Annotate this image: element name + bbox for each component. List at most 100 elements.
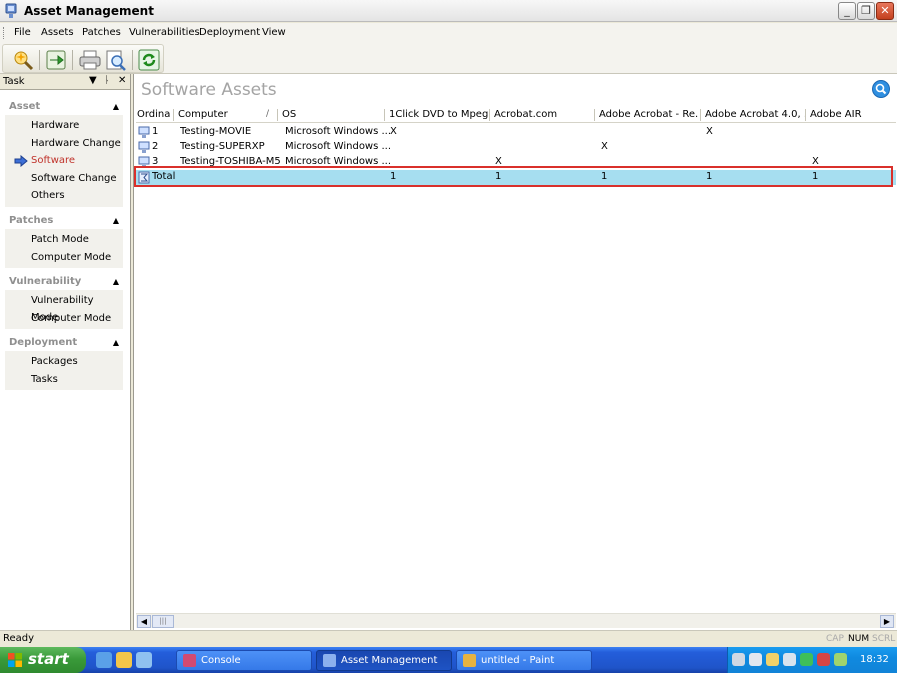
folder-icon[interactable] [116, 652, 132, 668]
start-button[interactable]: start [0, 647, 86, 673]
group-body-deployment: Packages Tasks [5, 351, 123, 390]
column-header-adobe-air[interactable]: Adobe AIR [810, 109, 890, 120]
pin-icon[interactable]: ᚿ [104, 75, 110, 86]
column-separator[interactable] [594, 109, 595, 121]
collapse-icon[interactable]: ▲ [113, 213, 119, 229]
status-bar: Ready CAP NUM SCRL [0, 630, 897, 647]
cell-os: Microsoft Windows ... [285, 126, 392, 137]
column-separator[interactable] [805, 109, 806, 121]
task-item-computer-mode[interactable]: Computer Mode [5, 249, 123, 267]
column-header-adobe-acrobat-4[interactable]: Adobe Acrobat 4.0, ... [705, 109, 805, 120]
tray-icon[interactable] [834, 653, 847, 666]
tray-icon[interactable] [749, 653, 762, 666]
restore-button[interactable]: ❐ [857, 2, 875, 20]
import-icon[interactable] [44, 49, 68, 71]
task-label: Asset Management [341, 655, 438, 666]
tray-icon[interactable] [732, 653, 745, 666]
toolbar [0, 43, 897, 74]
group-title-asset[interactable]: Asset ▲ [5, 99, 123, 115]
group-title-label: Asset [9, 101, 41, 112]
scroll-left-button[interactable]: ◀ [137, 615, 151, 628]
horizontal-scrollbar[interactable]: ◀ ||| ▶ [136, 613, 896, 628]
menu-deployment[interactable]: Deployment [199, 27, 260, 38]
column-separator[interactable] [700, 109, 701, 121]
print-icon[interactable] [78, 49, 102, 71]
task-button-console[interactable]: Console [176, 650, 312, 671]
scan-icon[interactable] [11, 49, 35, 71]
refresh-icon[interactable] [137, 49, 161, 71]
column-header-computer[interactable]: Computer [178, 109, 268, 120]
tray-icon[interactable] [800, 653, 813, 666]
status-text: Ready [3, 633, 35, 644]
sort-ascending-icon: ∕ [266, 109, 270, 119]
table-row[interactable]: 2 Testing-SUPERXP Microsoft Windows ... … [136, 140, 896, 155]
windows-logo-icon [8, 653, 22, 667]
menu-patches[interactable]: Patches [82, 27, 121, 38]
tray-icon[interactable] [817, 653, 830, 666]
scroll-right-button[interactable]: ▶ [880, 615, 894, 628]
group-title-deployment[interactable]: Deployment ▲ [5, 335, 123, 351]
group-title-patches[interactable]: Patches ▲ [5, 213, 123, 229]
task-item-patch-mode[interactable]: Patch Mode [5, 231, 123, 249]
collapse-icon[interactable]: ▲ [113, 99, 119, 115]
minimize-button[interactable]: _ [838, 2, 856, 20]
num-indicator: NUM [848, 634, 870, 644]
media-icon[interactable] [136, 652, 152, 668]
dropdown-arrow-icon[interactable]: ▼ [89, 75, 97, 86]
cell-ordinal: 1 [152, 126, 159, 137]
computer-icon [138, 141, 150, 153]
computer-icon [138, 126, 150, 138]
task-item-others[interactable]: Others [5, 187, 123, 205]
column-header-ordinal[interactable]: Ordinal [137, 109, 171, 120]
column-header-os[interactable]: OS [282, 109, 382, 120]
menu-view[interactable]: View [262, 27, 286, 38]
column-header-acrobat-com[interactable]: Acrobat.com [494, 109, 594, 120]
table-row[interactable]: 1 Testing-MOVIE Microsoft Windows ... X … [136, 125, 896, 140]
menu-vulnerabilities[interactable]: Vulnerabilities [129, 27, 200, 38]
menu-bar: File Assets Patches Vulnerabilities Depl… [0, 23, 897, 43]
task-button-asset-management[interactable]: Asset Management [316, 650, 452, 671]
task-item-software-change[interactable]: Software Change [5, 170, 123, 188]
cell-software: X [390, 126, 397, 137]
column-separator[interactable] [384, 109, 385, 121]
column-separator[interactable] [173, 109, 174, 121]
toolbar-separator [72, 50, 73, 70]
task-item-packages[interactable]: Packages [5, 353, 123, 371]
internet-explorer-icon[interactable] [96, 652, 112, 668]
total-row-highlight [134, 166, 893, 187]
collapse-icon[interactable]: ▲ [113, 274, 119, 290]
task-item-hardware-change[interactable]: Hardware Change [5, 135, 123, 153]
task-item-computer-mode[interactable]: Computer Mode [5, 310, 123, 328]
group-title-vulnerability[interactable]: Vulnerability ▲ [5, 274, 123, 290]
task-button-paint[interactable]: untitled - Paint [456, 650, 592, 671]
collapse-icon[interactable]: ▲ [113, 335, 119, 351]
column-header-adobe-acrobat-reader[interactable]: Adobe Acrobat - Re... [599, 109, 699, 120]
menu-file[interactable]: File [14, 27, 31, 38]
task-item-software[interactable]: Software [5, 152, 123, 170]
group-title-label: Vulnerability [9, 276, 82, 287]
column-separator[interactable] [277, 109, 278, 121]
column-separator[interactable] [489, 109, 490, 121]
paint-icon [463, 654, 476, 667]
close-button[interactable]: ✕ [876, 2, 894, 20]
group-asset: Asset ▲ Hardware Hardware Change Softwar… [5, 99, 123, 207]
group-title-label: Patches [9, 215, 54, 226]
task-item-hardware[interactable]: Hardware [5, 117, 123, 135]
close-pane-icon[interactable]: ✕ [118, 75, 126, 86]
task-pane-header: Task ▼ ᚿ ✕ [0, 74, 130, 90]
tray-icon[interactable] [766, 653, 779, 666]
app-icon [323, 654, 336, 667]
print-preview-icon[interactable] [104, 49, 128, 71]
search-icon[interactable] [872, 80, 890, 98]
taskbar: start Console Asset Management untitled … [0, 647, 897, 673]
menu-assets[interactable]: Assets [41, 27, 74, 38]
cell-software: X [706, 126, 713, 137]
start-label: start [28, 650, 69, 668]
task-item-vulnerability-mode[interactable]: Vulnerability Mode [5, 292, 123, 323]
task-item-tasks[interactable]: Tasks [5, 371, 123, 389]
task-label: untitled - Paint [481, 655, 555, 666]
app-icon [5, 3, 17, 18]
tray-icon[interactable] [783, 653, 796, 666]
scroll-thumb[interactable]: ||| [152, 615, 174, 628]
column-header-1click-dvd[interactable]: 1Click DVD to Mpeg ... [389, 109, 489, 120]
